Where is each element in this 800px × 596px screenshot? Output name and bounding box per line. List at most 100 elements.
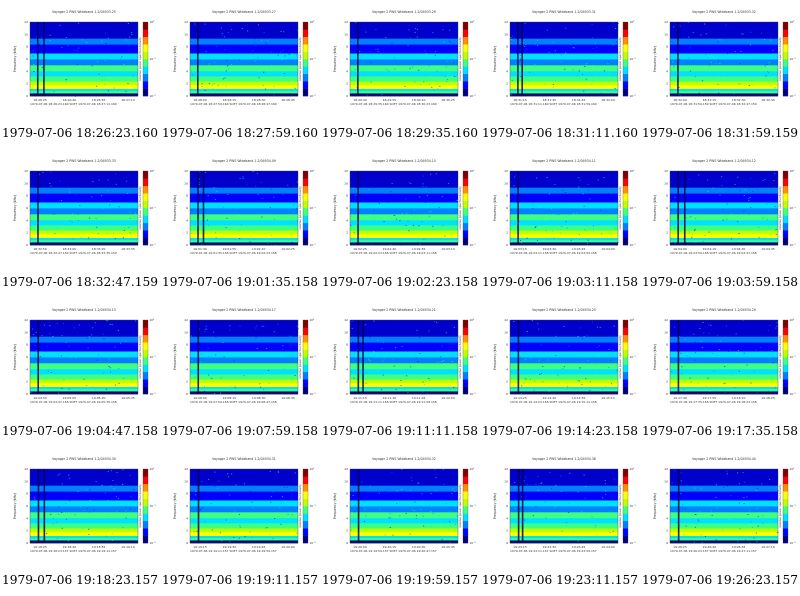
colorbar-segment: [463, 237, 468, 246]
noise-speckle: [114, 76, 116, 78]
noise-speckle: [296, 532, 298, 534]
frequency-band: [190, 44, 298, 54]
noise-speckle: [38, 43, 41, 45]
noise-speckle: [419, 84, 422, 85]
colorbar-tick-label: 10⁻²: [790, 392, 796, 396]
noise-speckle: [444, 75, 446, 77]
noise-speckle: [721, 185, 723, 186]
noise-speckle: [77, 491, 79, 493]
noise-speckle: [105, 75, 107, 77]
noise-speckle: [547, 359, 549, 361]
noise-speckle: [86, 42, 88, 44]
colorbar-tick-label: 10⁻¹: [150, 206, 156, 210]
colorbar-segment: [463, 200, 468, 209]
noise-speckle: [287, 184, 289, 186]
spectrogram-image: [190, 469, 299, 544]
panel-title: Voyager 2 PWS Wideband 1-2/04933.31: [532, 10, 596, 14]
x-tick-label: 18:33:35: [121, 247, 135, 251]
y-tick-label: 6: [666, 206, 668, 210]
noise-speckle: [45, 346, 48, 347]
colorbar-segment: [463, 520, 468, 529]
noise-speckle: [125, 180, 128, 182]
noise-speckle: [601, 81, 603, 83]
spectrogram-panel: Voyager 2 PWS Wideband 1-2/04933.29 Frequ…: [320, 0, 480, 149]
colorbar-segment: [783, 469, 788, 477]
colorbar: [782, 21, 789, 97]
colorbar-segment: [303, 528, 308, 536]
noise-speckle: [38, 173, 41, 175]
noise-speckle: [525, 378, 527, 380]
noise-speckle: [119, 222, 122, 224]
noise-speckle: [362, 77, 364, 79]
noise-speckle: [396, 502, 398, 503]
noise-speckle: [39, 387, 41, 389]
noise-speckle: [714, 491, 716, 493]
noise-speckle: [685, 525, 687, 527]
noise-speckle: [33, 60, 35, 62]
noise-speckle: [570, 333, 572, 335]
frequency-band: [190, 202, 298, 209]
noise-speckle: [96, 359, 98, 361]
noise-speckle: [409, 45, 411, 47]
noise-speckle: [595, 74, 597, 76]
spectrogram-image: [670, 171, 778, 246]
colorbar-segment: [143, 230, 148, 238]
colorbar-segment: [143, 51, 148, 60]
noise-speckle: [599, 196, 601, 198]
noise-speckle: [419, 502, 421, 504]
noise-speckle: [751, 526, 753, 528]
y-tick-label: 2: [506, 380, 508, 384]
interference-line: [677, 22, 679, 96]
frequency-band: [190, 70, 298, 77]
noise-speckle: [73, 327, 76, 329]
noise-speckle: [72, 213, 74, 214]
frequency-band: [190, 38, 298, 45]
y-tick-label: 0: [186, 94, 188, 98]
noise-speckle: [581, 215, 584, 217]
noise-speckle: [744, 189, 747, 191]
noise-speckle: [394, 347, 397, 349]
noise-speckle: [74, 514, 76, 516]
noise-speckle: [273, 198, 276, 200]
noise-speckle: [129, 218, 131, 219]
noise-speckle: [673, 66, 675, 68]
noise-speckle: [429, 345, 431, 347]
noise-speckle: [415, 518, 417, 520]
noise-speckle: [722, 219, 724, 221]
noise-speckle: [409, 389, 411, 391]
noise-speckle: [407, 45, 409, 46]
noise-speckle: [421, 493, 423, 495]
noise-speckle: [87, 347, 89, 349]
noise-speckle: [688, 231, 691, 233]
colorbar-segment: [623, 59, 628, 67]
noise-speckle: [61, 202, 63, 204]
noise-speckle: [608, 367, 610, 369]
noise-speckle: [388, 70, 390, 72]
noise-speckle: [263, 71, 265, 73]
noise-speckle: [525, 43, 527, 45]
noise-speckle: [428, 65, 430, 67]
noise-speckle: [98, 179, 100, 181]
y-tick-label: 10: [344, 32, 348, 36]
y-tick-label: 12: [664, 20, 668, 24]
interference-line: [196, 22, 199, 96]
colorbar-tick-label: 10⁻²: [310, 94, 316, 98]
noise-speckle: [529, 378, 531, 380]
frequency-band: [510, 320, 618, 337]
noise-speckle: [61, 512, 63, 513]
frequency-band: [670, 53, 778, 60]
noise-speckle: [536, 39, 538, 41]
y-tick-label: 8: [26, 343, 28, 347]
noise-speckle: [719, 62, 721, 64]
noise-speckle: [535, 386, 537, 388]
x-range-label: 1979-07-06 19:17:35.158 SCET 1979-07-06 …: [670, 400, 757, 404]
y-tick-label: 8: [186, 45, 188, 49]
noise-speckle: [105, 523, 108, 525]
noise-speckle: [133, 489, 135, 490]
colorbar-segment: [143, 29, 148, 38]
frequency-band: [350, 59, 458, 66]
y-tick-label: 6: [26, 504, 28, 508]
noise-speckle: [694, 514, 696, 515]
spectrogram-thumbnail: Voyager 2 PWS Wideband 1-2/04934.29 Frequ…: [640, 298, 800, 418]
noise-speckle: [192, 377, 195, 378]
